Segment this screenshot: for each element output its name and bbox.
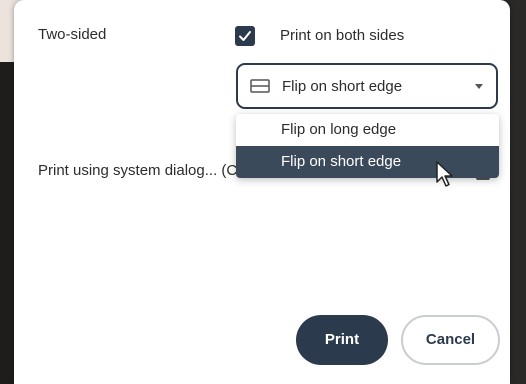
flip-edge-select[interactable]: Flip on short edge	[236, 63, 498, 109]
menu-item-flip-long-edge[interactable]: Flip on long edge	[236, 114, 499, 146]
flip-edge-dropdown-menu: Flip on long edge Flip on short edge	[236, 114, 499, 178]
flip-edge-selected-value: Flip on short edge	[282, 78, 403, 95]
cancel-button[interactable]: Cancel	[401, 315, 500, 365]
print-dialog: Two-sided Print on both sides Flip on sh…	[14, 0, 510, 384]
print-button[interactable]: Print	[296, 315, 388, 365]
chevron-down-icon	[475, 84, 483, 89]
print-both-sides-label[interactable]: Print on both sides	[280, 27, 404, 44]
mouse-cursor-icon	[436, 161, 453, 187]
menu-item-flip-short-edge[interactable]: Flip on short edge	[236, 146, 499, 178]
two-sided-label: Two-sided	[38, 26, 107, 43]
flip-short-edge-icon	[250, 79, 270, 93]
checkmark-icon	[239, 31, 251, 41]
print-both-sides-checkbox[interactable]	[235, 26, 255, 46]
